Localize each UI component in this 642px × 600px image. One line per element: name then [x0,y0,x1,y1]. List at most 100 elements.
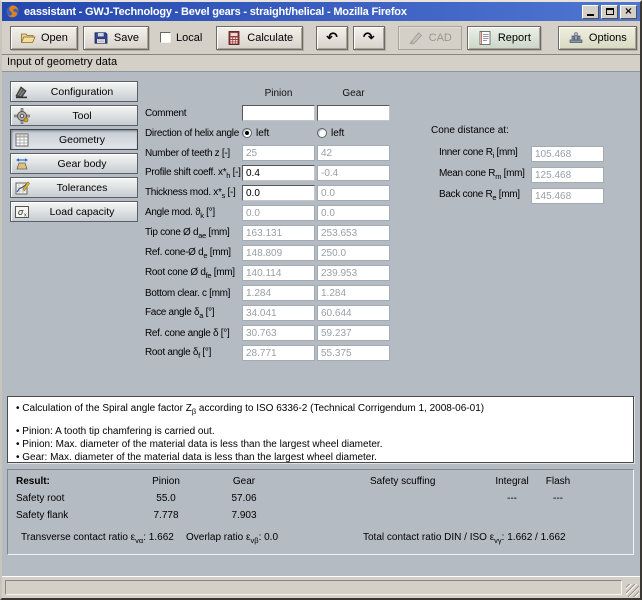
close-button[interactable]: × [620,5,637,19]
helix-direction-pinion-cell: left [242,128,317,139]
tip-cone-dia-gear-field: 253.653 [317,225,390,241]
sidebar-item-load-capacity[interactable]: σxLoad capacity [10,201,138,222]
svg-text:x: x [24,212,27,218]
tip-cone-dia-pinion-field: 163.131 [242,225,315,241]
bottom-clearance-label: Bottom clear. c [mm] [145,288,242,299]
profile-shift-coeff-pinion-field[interactable]: 0.4 [242,165,315,181]
comment-pinion-field[interactable] [242,105,315,121]
bottom-clearance-gear-field: 1.284 [317,285,390,301]
ref-cone-dia-label: Ref. cone-Ø de [mm] [145,247,242,260]
maximize-button[interactable] [601,5,618,19]
profile-shift-coeff-gear-field: -0.4 [317,165,390,181]
safety-root-flash-value: --- [530,493,586,504]
helix-direction-gear-radio-label: left [331,128,344,139]
mean-cone-row: Mean cone Rm [mm]125.468 [431,164,604,185]
ref-cone-angle-label: Ref. cone angle δ [°] [145,328,242,339]
message-item: Pinion: Max. diameter of the material da… [16,438,625,451]
statusbar [2,576,640,598]
undo-icon: ↶ [326,30,338,46]
sidebar-item-gear-body[interactable]: Gear body [10,153,138,174]
section-title: Input of geometry data [2,55,640,71]
geometry-form: Pinion Gear CommentDirection of helix an… [145,83,392,363]
sidebar-item-label: Gear body [30,158,134,170]
helix-direction-pinion-radio[interactable] [242,128,252,138]
number-of-teeth-pinion-field: 25 [242,145,315,161]
local-checkbox[interactable] [160,32,171,43]
redo-icon: ↷ [363,30,375,46]
result-header-pinion: Pinion [134,476,198,487]
root-angle-label: Root angle δf [°] [145,347,242,360]
safety-root-pinion-value: 55.0 [134,493,198,504]
open-folder-icon [20,30,36,46]
thickness-mod-pinion-field[interactable]: 0.0 [242,185,315,201]
root-angle-pinion-field: 28.771 [242,345,315,361]
resize-grip[interactable] [626,584,639,597]
calculate-button[interactable]: Calculate [216,26,303,50]
ref-cone-angle-gear-field: 59.237 [317,325,390,341]
face-angle-label: Face angle δa [°] [145,307,242,320]
local-checkbox-group[interactable]: Local [160,32,202,44]
save-button[interactable]: Save [83,26,149,50]
redo-button[interactable]: ↷ [353,26,385,50]
result-header-gear: Gear [212,476,276,487]
sidebar-item-tool[interactable]: Tool [10,105,138,126]
minimize-icon [587,14,594,16]
result-header-scuffing: Safety scuffing [370,476,435,487]
tool-icon [14,108,30,124]
back-cone-label: Back cone Re [mm] [431,189,531,202]
save-floppy-icon [93,30,109,46]
column-header-pinion: Pinion [242,88,315,99]
sidebar-item-label: Tool [30,110,134,122]
options-tool-icon [568,30,584,46]
inner-cone-row: Inner cone Ri [mm]105.468 [431,143,604,164]
result-header-flash: Flash [530,476,586,487]
face-angle-gear-field: 60.644 [317,305,390,321]
number-of-teeth-label: Number of teeth z [-] [145,148,242,159]
back-cone-row: Back cone Re [mm]145.468 [431,185,604,206]
bottom-clearance-pinion-field: 1.284 [242,285,315,301]
safety-flank-gear-value: 7.903 [212,510,276,521]
options-button[interactable]: Options [558,26,637,50]
report-document-icon [477,30,493,46]
result-title: Result: [16,476,50,487]
cad-pen-icon [408,30,424,46]
cone-distance-section: Cone distance at: Inner cone Ri [mm]105.… [431,125,604,206]
sidebar-item-geometry[interactable]: Geometry [10,129,138,150]
comment-gear-field[interactable] [317,105,390,121]
safety-root-label: Safety root [16,493,64,504]
sidebar-item-label: Tolerances [30,182,134,194]
titlebar[interactable]: eassistant - GWJ-Technology - Bevel gear… [2,2,640,21]
open-button[interactable]: Open [10,26,78,50]
ref-cone-angle-pinion-field: 30.763 [242,325,315,341]
mean-cone-label: Mean cone Rm [mm] [431,168,531,181]
load-capacity-icon: σx [14,204,30,220]
helix-direction-gear-radio[interactable] [317,128,327,138]
angle-mod-label: Angle mod. ϑk [°] [145,207,242,220]
message-item: Gear: Max. diameter of the material data… [16,451,625,464]
message-item: Pinion: A tooth tip chamfering is carrie… [16,425,625,438]
undo-button[interactable]: ↶ [316,26,348,50]
angle-mod-pinion-field: 0.0 [242,205,315,221]
calculator-icon [226,30,242,46]
sidebar-item-tolerances[interactable]: Tolerances [10,177,138,198]
root-cone-dia-label: Root cone Ø dfe [mm] [145,267,242,280]
firefox-icon [5,4,20,19]
sidebar: Configuration Tool Geometry Gear body Tolera… [10,81,138,225]
maximize-icon [606,8,614,15]
application-window: eassistant - GWJ-Technology - Bevel gear… [0,0,642,600]
total-contact-ratio: Total contact ratio DIN / ISO εvγ: 1.662… [363,532,566,545]
sidebar-item-configuration[interactable]: Configuration [10,81,138,102]
minimize-button[interactable] [582,5,599,19]
cone-distance-title: Cone distance at: [431,125,604,143]
ref-cone-dia-pinion-field: 148.809 [242,245,315,261]
column-header-gear: Gear [317,88,390,99]
back-cone-field: 145.468 [531,188,604,204]
sidebar-item-label: Configuration [30,86,134,98]
main-panel: Configuration Tool Geometry Gear body Tolera… [2,71,640,576]
gear-body-icon [14,156,30,172]
safety-root-gear-value: 57.06 [212,493,276,504]
tip-cone-dia-label: Tip cone Ø dae [mm] [145,227,242,240]
safety-flank-label: Safety flank [16,510,68,521]
report-button[interactable]: Report [467,26,541,50]
result-panel: Result: Pinion Gear Safety scuffing Inte… [7,469,634,555]
